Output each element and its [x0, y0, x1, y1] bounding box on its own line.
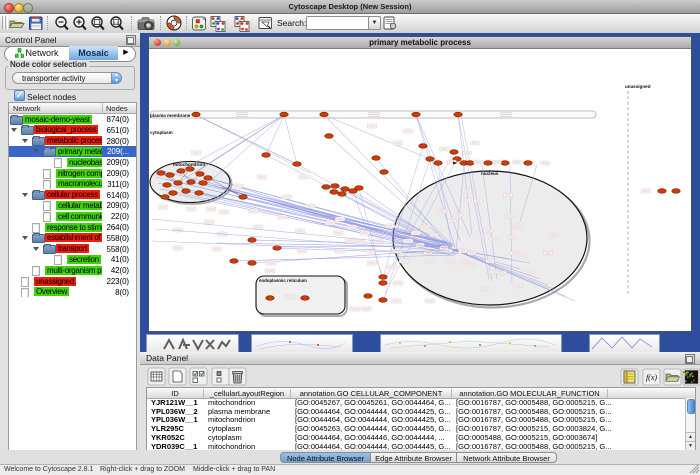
- svg-text:cytoplasm: cytoplasm: [150, 130, 173, 135]
- svg-text:1:1: 1:1: [113, 20, 119, 25]
- svg-text:endoplasmic reticulum: endoplasmic reticulum: [259, 278, 307, 283]
- svg-text:mitochondrion: mitochondrion: [173, 162, 205, 167]
- svg-text:plasma membrane: plasma membrane: [150, 113, 191, 118]
- svg-text:unassigned: unassigned: [625, 84, 651, 89]
- svg-text:f(x): f(x): [646, 373, 657, 382]
- svg-text:nucleus: nucleus: [481, 171, 499, 176]
